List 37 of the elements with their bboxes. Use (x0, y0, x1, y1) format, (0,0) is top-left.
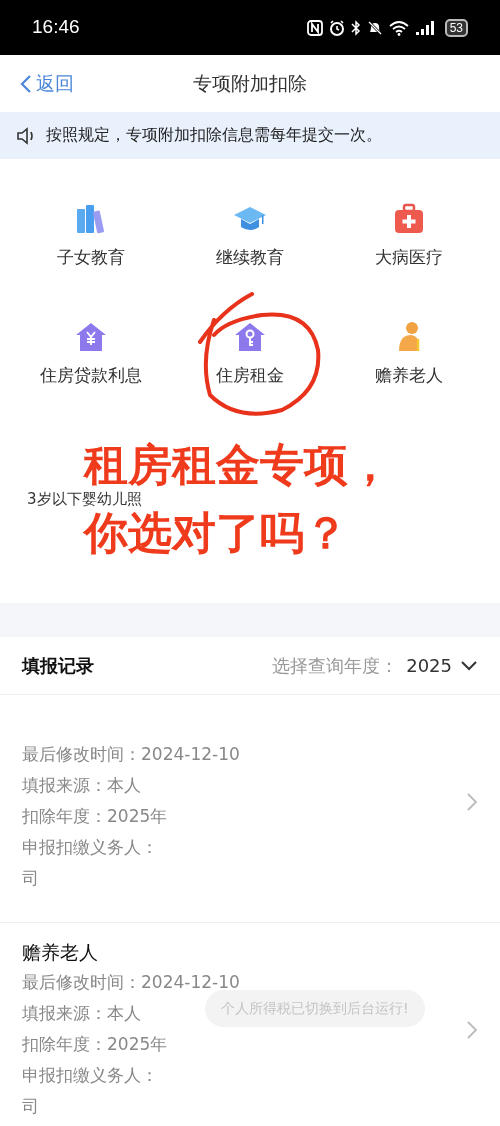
annotation-text: 你选对了吗？ (84, 508, 349, 558)
wifi-icon (388, 19, 409, 36)
record-detail: 最后修改时间：2024-12-10 (22, 743, 240, 766)
nfc-icon (306, 19, 323, 36)
record-detail: 填报来源：本人 (22, 774, 141, 797)
category-item[interactable]: 住房租金 (170, 318, 330, 388)
record-detail: 扣除年度：2025年 (22, 1033, 168, 1056)
signal-icon (414, 19, 435, 36)
category-item[interactable]: 继续教育 (170, 201, 330, 271)
record-detail: 司 (22, 867, 39, 890)
category-label: 3岁以下婴幼儿照 (27, 490, 143, 508)
category-item[interactable]: 子女教育 (12, 201, 171, 271)
chevron-right-icon (466, 1019, 478, 1040)
category-item[interactable]: 赡养老人 (329, 318, 488, 388)
page-title: 专项附加扣除 (193, 71, 307, 97)
category-item[interactable]: 大病医疗 (329, 201, 488, 271)
record-detail: 申报扣缴义务人： (22, 1064, 158, 1087)
battery-indicator: 53 (444, 18, 468, 37)
record-detail: 扣除年度：2025年 (22, 805, 168, 828)
section-title: 填报记录 (22, 654, 94, 678)
record-detail: 司 (22, 1095, 39, 1118)
chevron-down-icon (460, 659, 478, 672)
record-card[interactable]: 最后修改时间：2024-12-10 填报来源：本人 扣除年度：2025年 申报扣缴义务人： 司 (0, 695, 500, 923)
bluetooth-icon (350, 19, 361, 36)
record-title: 赡养老人 (22, 939, 98, 965)
annotation-text: 租房租金专项， (84, 440, 393, 490)
notice-text: 按照规定，专项附加扣除信息需每年提交一次。 (46, 124, 382, 146)
back-button[interactable]: 返回 (0, 69, 74, 98)
chevron-left-icon (20, 73, 32, 94)
record-detail: 填报来源：本人 (22, 1002, 141, 1025)
record-detail: 申报扣缴义务人： (22, 836, 158, 859)
status-time: 16:46 (32, 15, 80, 40)
chevron-right-icon (466, 791, 478, 812)
year-selector[interactable]: 选择查询年度： 2025 (272, 652, 478, 679)
alarm-icon (328, 19, 345, 36)
muted-bell-icon (366, 19, 383, 36)
category-item[interactable]: 住房贷款利息 (12, 318, 171, 388)
